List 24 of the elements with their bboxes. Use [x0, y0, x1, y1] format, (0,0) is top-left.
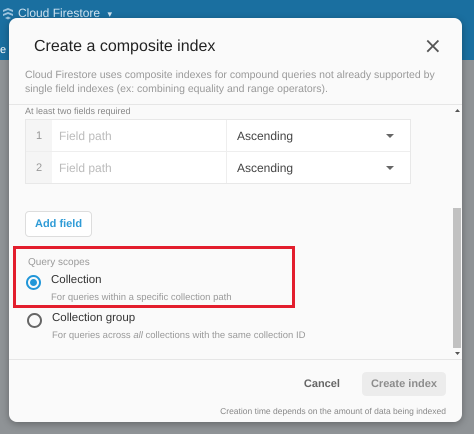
dropdown-arrow-icon [386, 134, 394, 138]
option-label: Collection group [52, 312, 136, 324]
radio-button[interactable] [26, 275, 41, 290]
add-field-button[interactable]: Add field [25, 211, 92, 237]
dropdown-arrow-icon [386, 166, 394, 170]
product-dropdown[interactable]: Cloud Firestore ▾ [18, 6, 112, 20]
fields-hint: At least two fields required [25, 106, 131, 116]
option-label: Collection [51, 274, 102, 286]
tab-label[interactable]: e [0, 44, 6, 56]
dialog-description: Cloud Firestore uses composite indexes for compound queries not already supported by single field indexes (ex: combining equality and range operators). [25, 68, 436, 96]
row-number: 2 [26, 152, 52, 183]
close-button[interactable]: × [424, 36, 442, 58]
dialog-title: Create a composite index [34, 38, 216, 56]
scrollbar-thumb[interactable] [453, 208, 461, 348]
scroll-down-icon[interactable] [454, 352, 460, 355]
row-number: 1 [26, 120, 52, 151]
firestore-logo-icon [2, 7, 14, 21]
scroll-up-icon[interactable] [454, 109, 460, 112]
radio-button[interactable] [27, 313, 42, 328]
cancel-button[interactable]: Cancel [298, 377, 346, 391]
option-description: For queries within a specific collection path [51, 292, 232, 303]
section-label: Query scopes [28, 257, 90, 268]
option-description: For queries across all collections with the same collection ID [52, 330, 306, 341]
footer-note: Creation time depends on the amount of data being indexed [220, 406, 446, 416]
